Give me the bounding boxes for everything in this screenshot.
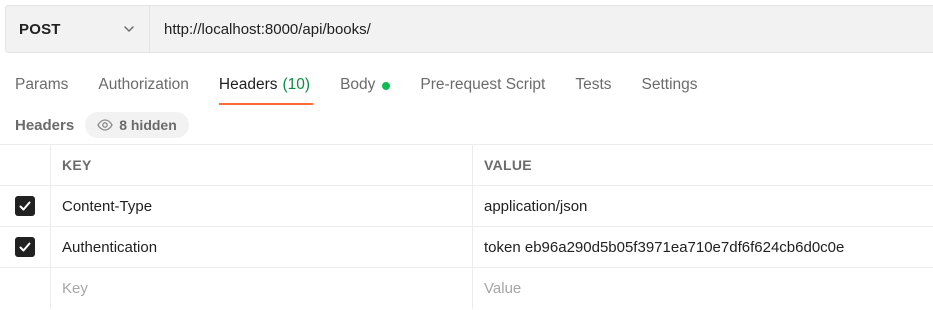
column-header-key: KEY xyxy=(51,145,473,185)
tab-settings[interactable]: Settings xyxy=(642,63,698,105)
tab-headers[interactable]: Headers (10) xyxy=(218,63,314,105)
method-select[interactable]: POST xyxy=(6,6,150,52)
tab-tests[interactable]: Tests xyxy=(575,63,611,105)
new-value-input[interactable]: Value xyxy=(473,268,933,309)
headers-title: Headers xyxy=(15,116,75,134)
header-value-cell[interactable]: token eb96a290d5b05f3971ea710e7df6f624cb… xyxy=(473,227,933,267)
tab-label: Pre-request Script xyxy=(420,76,546,93)
body-status-dot xyxy=(382,82,391,90)
request-tabs: Params Authorization Headers (10) Body P… xyxy=(0,63,698,105)
column-header-value: VALUE xyxy=(484,157,532,173)
checkmark-icon xyxy=(19,201,31,211)
url-input[interactable]: http://localhost:8000/api/books/ xyxy=(150,21,371,38)
request-url-bar: POST http://localhost:8000/api/books/ xyxy=(5,5,933,53)
row-checkbox-cell xyxy=(0,186,51,226)
method-label: POST xyxy=(19,20,61,38)
row-checkbox-cell xyxy=(0,227,51,267)
hidden-headers-toggle[interactable]: 8 hidden xyxy=(85,112,189,138)
table-header-row: KEY VALUE xyxy=(0,145,933,186)
row-checkbox[interactable] xyxy=(15,196,35,216)
tab-label: Settings xyxy=(641,76,698,93)
tab-authorization[interactable]: Authorization xyxy=(98,63,188,105)
hidden-count-label: 8 hidden xyxy=(119,117,177,133)
checkbox-column-header xyxy=(0,145,51,185)
tab-params[interactable]: Params xyxy=(15,63,68,105)
tab-body[interactable]: Body xyxy=(340,63,391,105)
row-checkbox[interactable] xyxy=(15,237,35,257)
eye-icon xyxy=(97,119,113,131)
table-row: Content-Type application/json xyxy=(0,186,933,227)
tab-pre-request-script[interactable]: Pre-request Script xyxy=(420,63,545,105)
new-header-row: Key Value xyxy=(0,268,933,309)
header-key-cell[interactable]: Authentication xyxy=(51,227,473,267)
header-key-cell[interactable]: Content-Type xyxy=(51,186,473,226)
tab-label: Tests xyxy=(575,76,612,93)
tab-label: Body xyxy=(340,76,376,93)
headers-count: (10) xyxy=(282,76,311,93)
tab-label: Params xyxy=(15,76,69,93)
tab-label: Authorization xyxy=(98,76,189,93)
row-checkbox-cell xyxy=(0,268,51,309)
headers-toolbar: Headers 8 hidden xyxy=(15,112,189,138)
header-value-cell[interactable]: application/json xyxy=(473,186,933,226)
headers-table: KEY VALUE Content-Type application/json … xyxy=(0,144,933,309)
tab-label: Headers xyxy=(218,76,278,93)
chevron-down-icon xyxy=(124,26,134,32)
checkmark-icon xyxy=(19,242,31,252)
table-row: Authentication token eb96a290d5b05f3971e… xyxy=(0,227,933,268)
new-key-input[interactable]: Key xyxy=(51,268,473,309)
